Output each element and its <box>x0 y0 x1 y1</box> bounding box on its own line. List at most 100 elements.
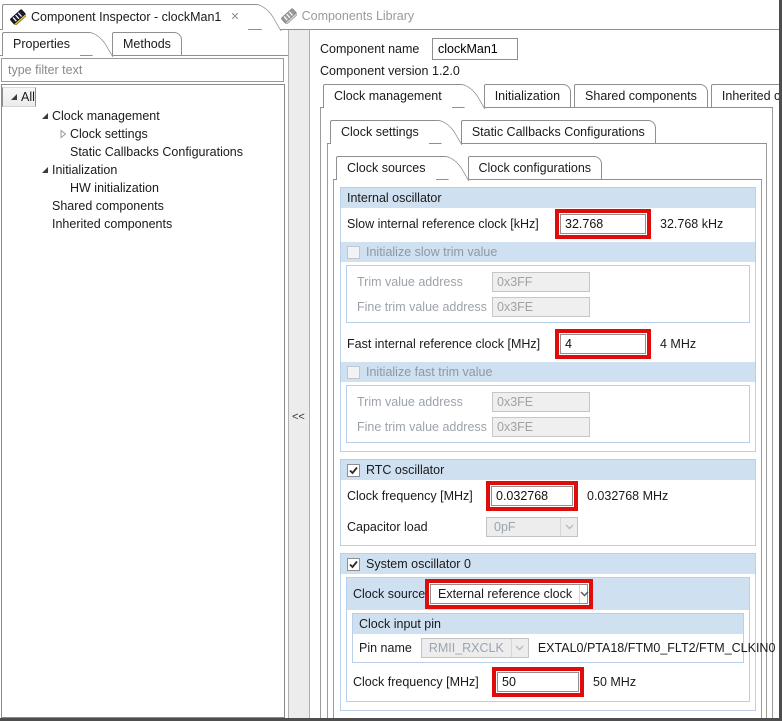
main-tab-bar: Clock management Initialization Shared c… <box>320 82 779 108</box>
fast-trim-subpanel: Trim value address Fine trim value addre… <box>346 385 750 443</box>
checkbox-unchecked-disabled-icon <box>347 365 360 379</box>
tree-item-label: Clock settings <box>70 127 148 141</box>
tree-item-inherited-components[interactable]: Inherited components <box>2 215 284 233</box>
view-tab-component-inspector[interactable]: Component Inspector - clockMan1 ✕ <box>2 4 248 30</box>
trim-value-address-label: Trim value address <box>357 394 463 409</box>
init-fast-trim-label: Initialize fast trim value <box>366 365 493 379</box>
tree-item-label: Clock management <box>52 109 160 123</box>
tab-methods[interactable]: Methods <box>111 32 182 55</box>
component-name-label: Component name <box>320 42 420 56</box>
sys-clock-frequency-label: Clock frequency [MHz] <box>353 675 479 689</box>
tab-clock-management[interactable]: Clock management <box>323 84 452 108</box>
tree-item-hw-initialization[interactable]: HW initialization <box>2 179 284 197</box>
expander-placeholder <box>56 182 70 194</box>
rtc-clock-frequency-display: 0.032768 MHz <box>587 489 669 503</box>
main-tab-folder: Clock management Initialization Shared c… <box>320 82 779 718</box>
slow-internal-ref-clock-input[interactable] <box>560 214 646 234</box>
collapse-sash[interactable]: << <box>288 30 310 718</box>
slow-internal-ref-clock-display: 32.768 kHz <box>660 217 724 231</box>
view-tab-bar: Component Inspector - clockMan1 ✕ Compon… <box>0 0 779 30</box>
tree-item-initialization[interactable]: Initialization <box>2 161 284 179</box>
tab-inherited-components[interactable]: Inherited components <box>710 84 779 107</box>
rtc-oscillator-header: RTC oscillator <box>341 460 755 480</box>
init-slow-trim-label: Initialize slow trim value <box>366 245 498 259</box>
tree-item-clock-settings[interactable]: Clock settings <box>2 125 284 143</box>
sys-clock-frequency-display: 50 MHz <box>593 675 637 689</box>
component-name-input[interactable] <box>432 38 518 60</box>
view-tab-label: Component Inspector - clockMan1 <box>31 10 222 24</box>
close-icon[interactable]: ✕ <box>230 11 239 23</box>
expander-collapsed-icon[interactable] <box>56 128 70 140</box>
expander-expanded-icon[interactable] <box>38 110 52 122</box>
fast-internal-ref-clock-label: Fast internal reference clock [MHz] <box>347 337 541 351</box>
fine-trim-value-address-label: Fine trim value address <box>357 419 487 434</box>
rtc-clock-frequency-label: Clock frequency [MHz] <box>347 489 473 503</box>
expander-expanded-icon[interactable] <box>7 91 21 103</box>
highlight-box <box>486 481 578 511</box>
tab-initialization[interactable]: Initialization <box>483 84 572 107</box>
tree-item-label: HW initialization <box>70 181 159 195</box>
highlight-box <box>555 209 651 239</box>
fine-trim-value-address-input <box>492 416 590 437</box>
trim-value-address-label: Trim value address <box>357 274 463 289</box>
tree-item-label: Initialization <box>52 163 118 177</box>
section-title: System oscillator 0 <box>366 557 471 571</box>
highlight-box <box>555 329 651 359</box>
tree-item-shared-components[interactable]: Shared components <box>2 197 284 215</box>
tab-clock-configurations[interactable]: Clock configurations <box>467 156 603 179</box>
collapse-icon: << <box>292 411 305 423</box>
system-oscillator-subpanel: Clock source External reference clock Cl… <box>346 577 775 702</box>
chevron-down-icon <box>560 518 577 536</box>
fast-internal-ref-clock-input[interactable] <box>560 334 646 354</box>
chevron-down-icon <box>579 585 589 603</box>
system-oscillator-header: System oscillator 0 <box>341 554 755 574</box>
clock-sources-form: Internal oscillator Slow internal refere… <box>333 180 775 718</box>
sys-clock-frequency-input[interactable] <box>497 672 579 692</box>
checkbox-checked-icon[interactable] <box>347 557 360 571</box>
internal-oscillator-section: Internal oscillator Slow internal refere… <box>340 187 756 452</box>
expander-expanded-icon[interactable] <box>38 164 52 176</box>
init-fast-trim-row: Initialize fast trim value <box>341 362 755 382</box>
pin-display: EXTAL0/PTA18/FTM0_FLT2/FTM_CLKIN0 <box>537 641 776 655</box>
slow-internal-ref-clock-label: Slow internal reference clock [kHz] <box>347 217 539 231</box>
tree-item-label: All <box>21 90 35 104</box>
component-chip-icon-gray <box>280 8 298 25</box>
expander-placeholder <box>56 146 70 158</box>
left-tab-bar: Properties Methods <box>0 30 288 56</box>
capacitor-load-select: 0pF <box>486 517 578 537</box>
tab-clock-settings[interactable]: Clock settings <box>330 120 429 144</box>
section-title: RTC oscillator <box>366 463 445 477</box>
view-tab-components-library[interactable]: Components Library <box>274 4 423 29</box>
component-version-value: 1.2.0 <box>432 64 460 78</box>
checkbox-checked-icon[interactable] <box>347 463 360 477</box>
highlight-box <box>492 667 584 697</box>
rtc-oscillator-section: RTC oscillator Clock frequency [MHz] 0.0… <box>340 459 756 546</box>
component-chip-icon <box>10 9 27 26</box>
pin-name-label: Pin name <box>359 641 412 655</box>
tree-item-label: Inherited components <box>52 217 173 231</box>
rtc-clock-frequency-input[interactable] <box>491 486 573 506</box>
capacitor-load-label: Capacitor load <box>347 520 428 534</box>
tab-properties[interactable]: Properties <box>2 32 80 56</box>
fine-trim-value-address-input <box>492 296 590 317</box>
sources-tab-bar: Clock sources Clock configurations <box>333 154 762 180</box>
tree-item-all[interactable]: All <box>2 87 36 107</box>
tree-item-label: Static Callbacks Configurations <box>70 145 243 159</box>
checkbox-unchecked-disabled-icon <box>347 245 360 259</box>
inspector-panel: Component name Component version 1.2.0 C… <box>310 30 779 718</box>
clock-input-pin-header: Clock input pin <box>353 614 743 634</box>
filter-input[interactable] <box>1 58 284 82</box>
clock-source-select[interactable]: External reference clock <box>430 584 589 604</box>
settings-tab-folder: Clock settings Static Callbacks Configur… <box>327 118 775 718</box>
tree-item-static-callbacks[interactable]: Static Callbacks Configurations <box>2 143 284 161</box>
tab-shared-components[interactable]: Shared components <box>574 84 708 107</box>
clock-source-row: Clock source External reference clock <box>347 578 749 610</box>
fine-trim-value-address-label: Fine trim value address <box>357 299 487 314</box>
tab-static-callbacks-configurations[interactable]: Static Callbacks Configurations <box>460 120 656 143</box>
trim-value-address-input <box>492 391 590 412</box>
group-title: Clock input pin <box>359 617 441 631</box>
properties-tree: All Clock management Clock settings Stat… <box>1 84 285 718</box>
tree-item-clock-management[interactable]: Clock management <box>2 107 284 125</box>
tab-clock-sources[interactable]: Clock sources <box>336 156 436 180</box>
chevron-down-icon <box>510 639 528 657</box>
